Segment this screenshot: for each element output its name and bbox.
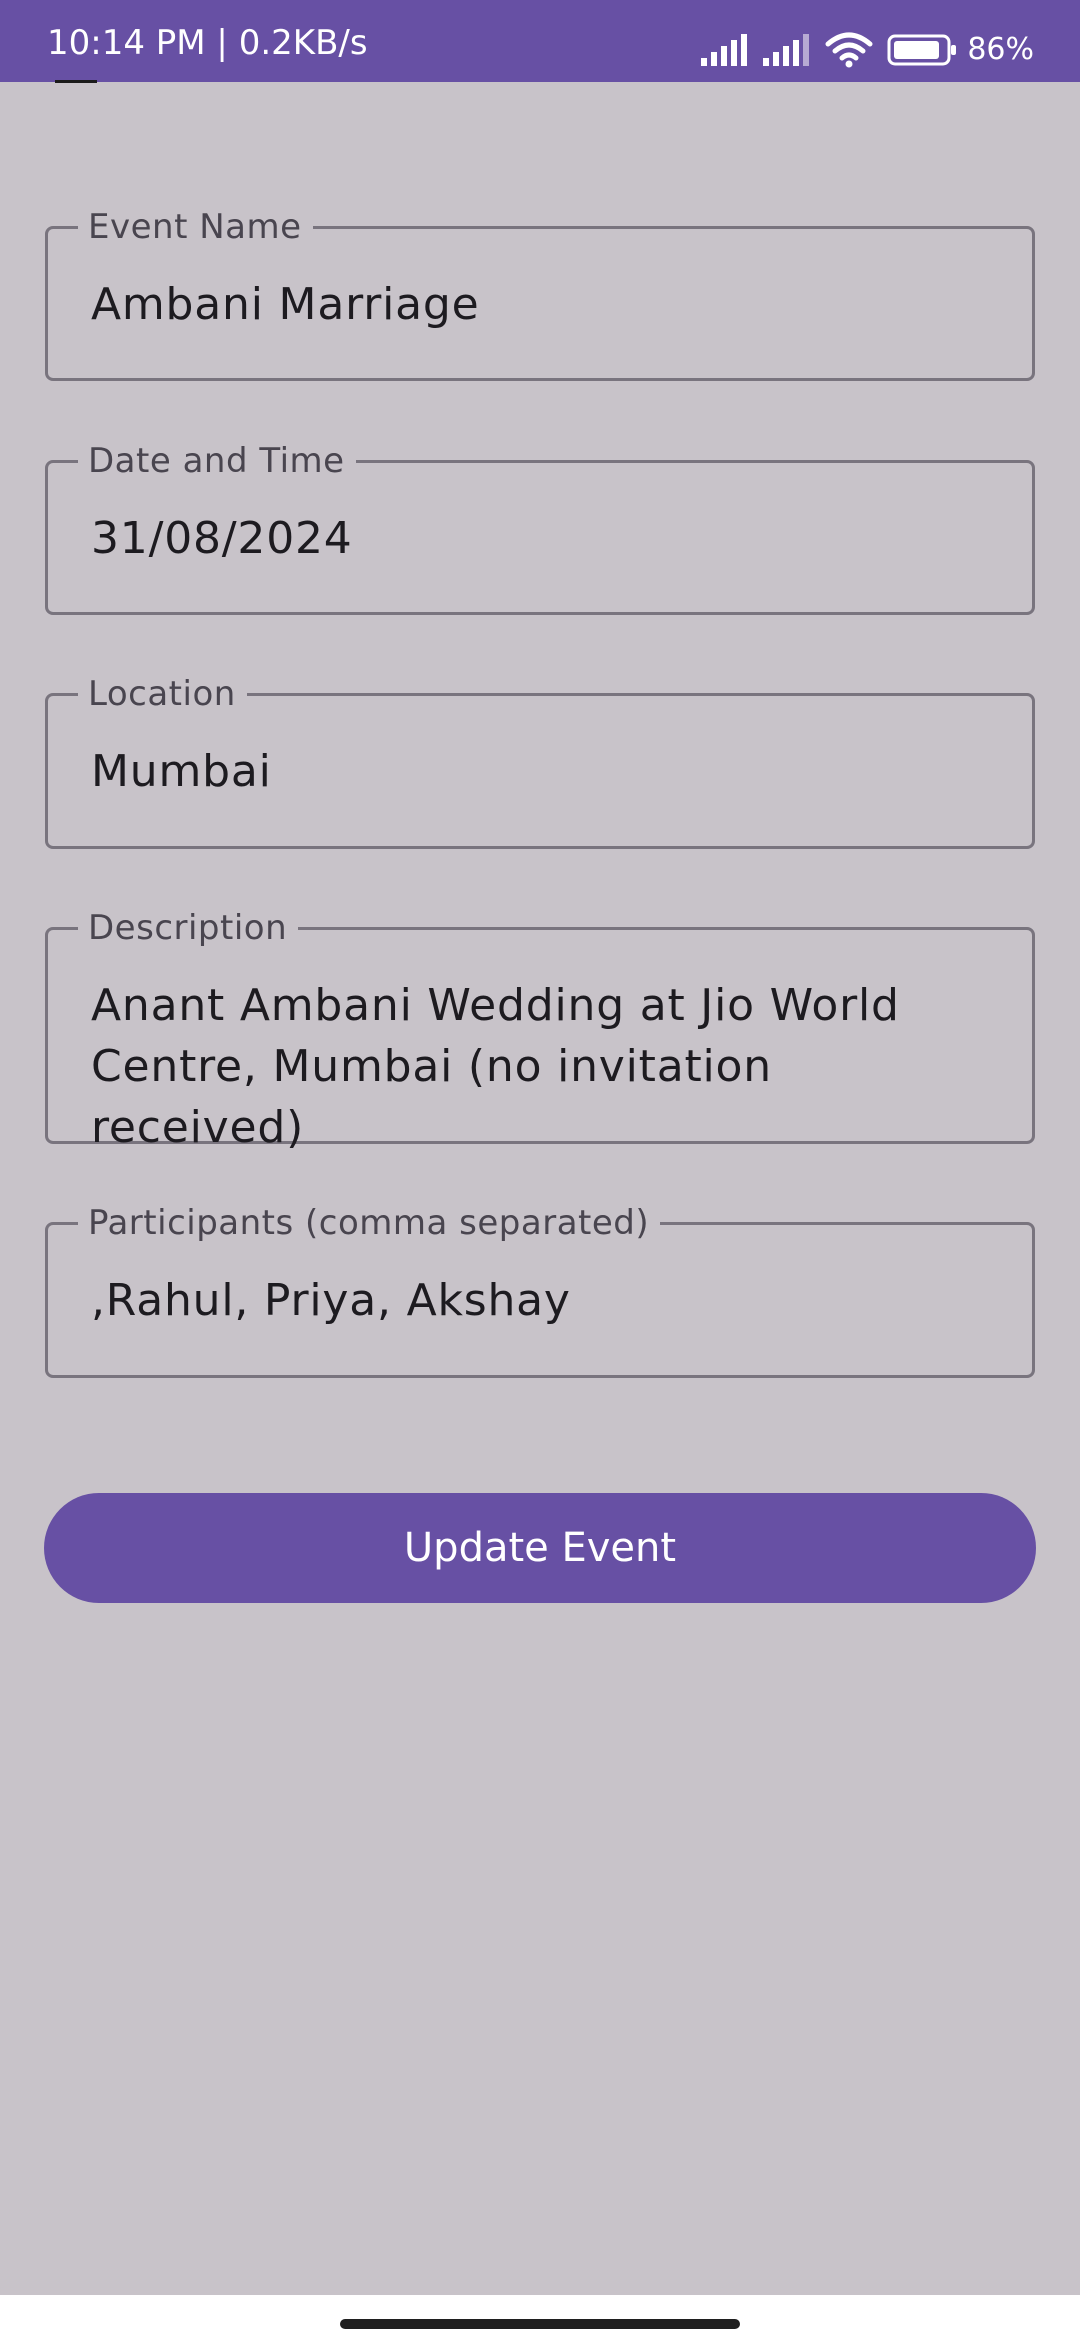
description-input[interactable]: Anant Ambani Wedding at Jio World Centre…: [91, 975, 992, 1158]
signal-icon: [699, 34, 749, 66]
event-name-field[interactable]: Event Name Ambani Marriage: [45, 205, 1035, 381]
signal-icon: [761, 34, 811, 66]
location-field[interactable]: Location Mumbai: [45, 672, 1035, 849]
battery-icon: [887, 34, 957, 66]
event-name-input[interactable]: Ambani Marriage: [91, 274, 992, 335]
location-input[interactable]: Mumbai: [91, 741, 992, 802]
description-field[interactable]: Description Anant Ambani Wedding at Jio …: [45, 906, 1035, 1153]
status-icons: 86%: [699, 30, 1034, 70]
description-label: Description: [78, 906, 299, 950]
status-indicator-line: [55, 80, 97, 83]
home-gesture-handle[interactable]: [340, 2319, 740, 2329]
participants-label: Participants (comma separated): [78, 1201, 661, 1245]
location-label: Location: [78, 672, 247, 716]
update-event-button[interactable]: Update Event: [44, 1493, 1036, 1603]
date-time-field[interactable]: Date and Time 31/08/2024: [45, 439, 1035, 615]
status-bar: 10:14 PM | 0.2KB/s 86%: [0, 0, 1080, 83]
date-time-input[interactable]: 31/08/2024: [91, 508, 992, 569]
navigation-bar: [0, 2295, 1080, 2340]
wifi-icon: [825, 32, 873, 68]
participants-input[interactable]: ,Rahul, Priya, Akshay: [91, 1270, 992, 1331]
battery-percentage: 86%: [967, 32, 1034, 67]
event-name-label: Event Name: [78, 205, 313, 249]
date-time-label: Date and Time: [78, 439, 356, 483]
status-time-speed: 10:14 PM | 0.2KB/s: [47, 23, 368, 63]
participants-field[interactable]: Participants (comma separated) ,Rahul, P…: [45, 1201, 1035, 1378]
